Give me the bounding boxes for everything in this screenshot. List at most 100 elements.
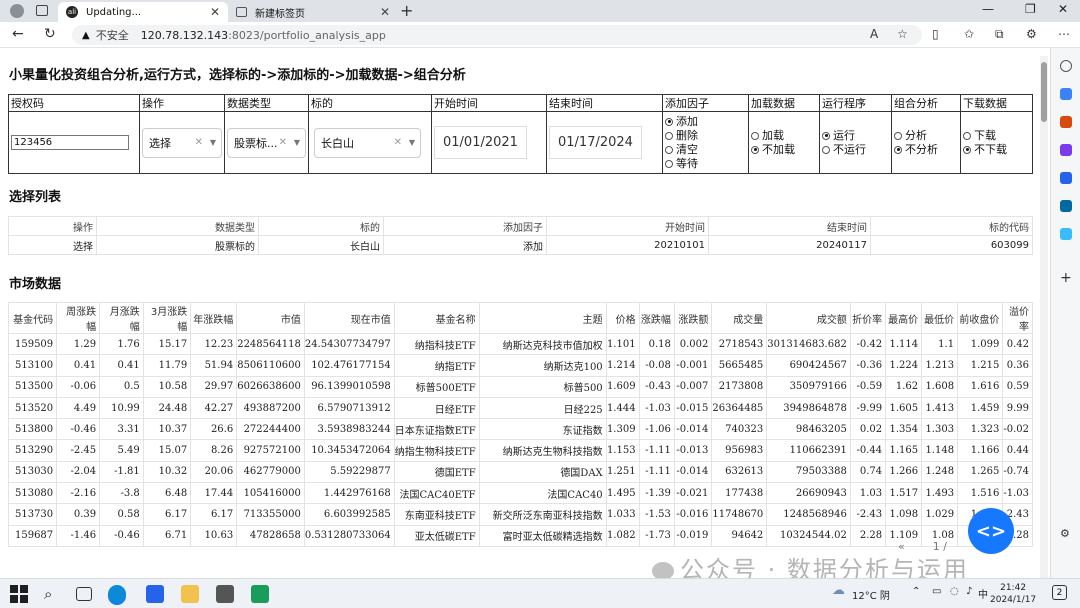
collections-icon[interactable]: ⧉ <box>995 27 1004 42</box>
close-tab-icon[interactable]: ✕ <box>210 5 220 19</box>
tab-new-tab[interactable]: 新建标签页 ✕ <box>228 2 398 22</box>
factor-radio-wait[interactable]: 等待 <box>665 157 746 171</box>
analysis-radio-analyze[interactable]: 分析 <box>894 129 958 143</box>
page-scrollbar[interactable] <box>1040 56 1048 578</box>
drop-icon[interactable] <box>1060 228 1072 240</box>
market-cell: 1.099 <box>957 332 1004 356</box>
chevron-down-icon[interactable]: ▼ <box>294 138 300 147</box>
factor-radio-add[interactable]: 添加 <box>665 115 746 129</box>
extensions-icon[interactable]: ⚙ <box>1026 27 1037 41</box>
start-icon[interactable] <box>10 585 28 603</box>
scroll-thumb[interactable] <box>1041 62 1047 122</box>
search-icon[interactable]: ⌕ <box>44 585 62 603</box>
start-date-input[interactable]: 01/01/2021 <box>434 126 527 159</box>
store-icon[interactable] <box>216 585 234 603</box>
operation-select[interactable]: 选择 ✕ ▼ <box>142 127 222 158</box>
run-radio-run[interactable]: 运行 <box>822 129 889 143</box>
run-radio-no-run[interactable]: 不运行 <box>822 143 889 157</box>
download-radio-no-download[interactable]: 不下载 <box>963 143 1030 157</box>
radio-icon <box>751 131 759 140</box>
weather-text[interactable]: 12°C 阴 <box>852 587 890 602</box>
more-menu-icon[interactable]: ⋯ <box>1058 27 1070 41</box>
favorites-icon[interactable]: ✩ <box>964 27 974 41</box>
favorite-star-icon[interactable]: ☆ <box>897 27 908 41</box>
notification-badge[interactable]: 2 <box>1052 585 1067 600</box>
target-select[interactable]: 长白山 ✕ ▼ <box>314 127 421 158</box>
table-row[interactable]: 选择 股票标的 长白山 添加 20210101 20240117 603099 <box>8 235 1033 255</box>
network-icon[interactable]: ◌ <box>950 586 959 597</box>
sidebar-settings-icon[interactable]: ⚙ <box>1060 528 1072 540</box>
office-icon[interactable] <box>1060 172 1072 184</box>
system-clock[interactable]: 21:42 2024/1/17 <box>990 582 1036 606</box>
tools-icon[interactable] <box>1060 116 1072 128</box>
clear-icon[interactable]: ✕ <box>394 137 402 148</box>
table-row[interactable]: 513290 -2.45 5.49 15.07 8.26 927572100 10.3453… <box>7 439 1033 462</box>
mail-icon[interactable] <box>146 585 164 603</box>
market-cell: 10.58 <box>142 375 192 398</box>
table-row[interactable]: 159509 1.29 1.76 15.17 12.23 2248564118 24.543… <box>7 332 1033 356</box>
task-view-icon[interactable] <box>76 587 92 601</box>
refresh-icon[interactable]: ↻ <box>44 26 56 42</box>
table-row[interactable]: 513500 -0.06 0.5 10.58 29.97 6026638600 96.139… <box>7 375 1033 398</box>
close-window-icon[interactable]: ✕ <box>1058 2 1068 16</box>
add-sidebar-icon[interactable]: + <box>1060 271 1072 285</box>
market-cell: 15.17 <box>142 332 192 356</box>
chevron-down-icon[interactable]: ▼ <box>210 138 216 147</box>
factor-radio-clear[interactable]: 清空 <box>665 143 746 157</box>
edge-browser-icon[interactable] <box>108 585 126 603</box>
newtab-favicon-icon <box>236 7 247 17</box>
back-icon[interactable]: ← <box>12 26 24 42</box>
auth-code-input[interactable]: 123456 <box>11 135 129 150</box>
selection-cell: 603099 <box>870 235 1033 255</box>
load-radio-no-load[interactable]: 不加载 <box>751 143 817 157</box>
market-cell: 1.082 <box>605 524 640 547</box>
market-cell: 德国ETF <box>393 460 480 484</box>
table-row[interactable]: 513520 4.49 10.99 24.48 42.27 493887200 6.5790… <box>7 396 1033 420</box>
factor-radio-delete[interactable]: 删除 <box>665 129 746 143</box>
market-cell: 0.58 <box>99 503 144 526</box>
close-tab-icon[interactable]: ✕ <box>380 5 390 19</box>
search-icon[interactable] <box>1060 60 1072 72</box>
market-header-cell: 年涨跌幅 <box>190 302 238 334</box>
market-cell: 94642 <box>711 524 768 547</box>
data-type-select[interactable]: 股票标... ✕ ▼ <box>227 127 306 158</box>
code-toggle-button[interactable]: <> <box>968 508 1014 554</box>
clear-icon[interactable]: ✕ <box>279 137 287 148</box>
outlook-icon[interactable] <box>1060 200 1072 212</box>
restore-icon[interactable]: ❐ <box>1025 2 1036 16</box>
games-icon[interactable] <box>1060 144 1072 156</box>
discover-icon[interactable] <box>1060 88 1072 100</box>
analysis-radio-no-analyze[interactable]: 不分析 <box>894 143 958 157</box>
tab-updating[interactable]: ali Updating... ✕ <box>58 2 228 22</box>
market-cell: -0.46 <box>56 418 101 441</box>
workspaces-icon[interactable] <box>36 5 48 16</box>
download-radio-download[interactable]: 下载 <box>963 129 1030 143</box>
profile-icon[interactable] <box>10 4 24 18</box>
camera-icon[interactable]: ▭ <box>932 586 941 597</box>
split-screen-icon[interactable]: ▯ <box>932 27 939 41</box>
minimize-icon[interactable]: — <box>982 2 994 16</box>
terminal-icon[interactable] <box>251 585 269 603</box>
table-row[interactable]: 513080 -2.16 -3.8 6.48 17.44 105416000 1.44297… <box>7 482 1033 505</box>
table-row[interactable]: 513030 -2.04 -1.81 10.32 20.06 462779000 5.592… <box>7 460 1033 484</box>
volume-icon[interactable]: ♪ <box>966 586 972 597</box>
new-tab-button[interactable]: + <box>400 1 413 20</box>
load-radio-load[interactable]: 加载 <box>751 129 817 143</box>
table-row[interactable]: 513100 0.41 0.41 11.79 51.94 8506110600 102.47… <box>7 354 1033 377</box>
market-cell: 1.62 <box>885 375 923 398</box>
address-bar[interactable]: ▲ 不安全 120.78.132.143 :8023/portfolio_ana… <box>72 25 922 45</box>
table-row[interactable]: 513800 -0.46 3.31 10.37 26.6 272244400 3.59389… <box>7 418 1033 441</box>
read-aloud-icon[interactable]: A <box>870 27 878 41</box>
market-cell: 11748670 <box>711 503 768 526</box>
market-cell: -0.014 <box>673 418 713 441</box>
end-date-input[interactable]: 01/17/2024 <box>549 126 642 159</box>
show-hidden-icon[interactable]: ⌃ <box>912 586 920 597</box>
clear-icon[interactable]: ✕ <box>195 137 203 148</box>
market-header-cell: 周涨跌幅 <box>56 302 101 334</box>
file-explorer-icon[interactable] <box>181 585 199 603</box>
input-language[interactable]: 中 <box>978 586 988 601</box>
table-row[interactable]: 159687 -1.46 -0.46 6.71 10.63 47828658 0.53128… <box>7 524 1033 547</box>
market-cell: 1.76 <box>99 332 144 356</box>
table-row[interactable]: 513730 0.39 0.58 6.17 6.17 713355000 6.6039925… <box>7 503 1033 526</box>
chevron-down-icon[interactable]: ▼ <box>409 138 415 147</box>
